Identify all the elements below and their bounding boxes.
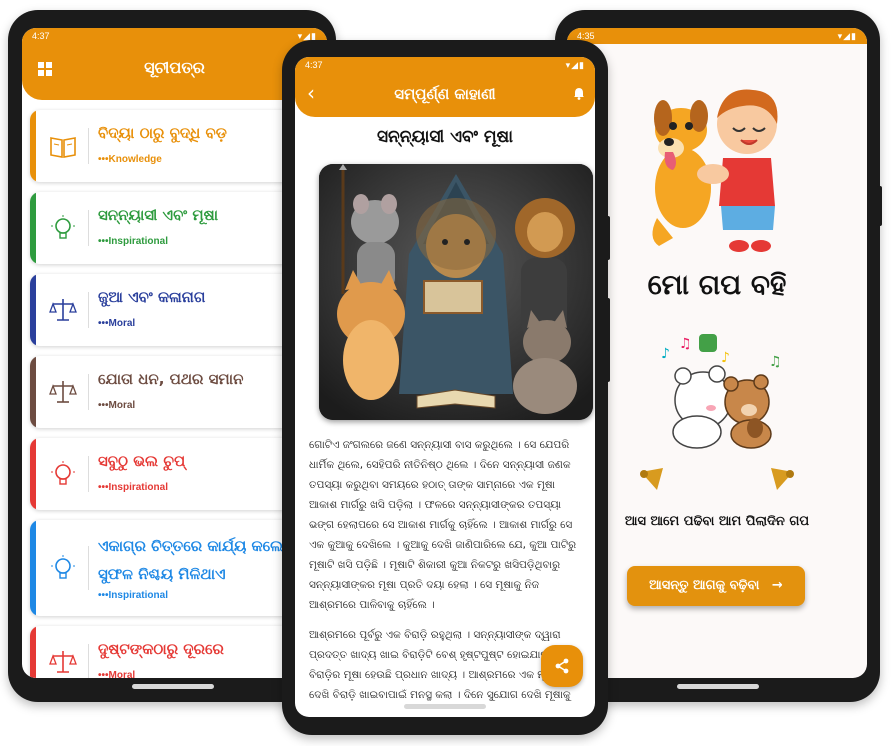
lightbulb-icon (48, 214, 78, 242)
home-indicator[interactable] (404, 704, 486, 709)
story-title: ସନ୍ନ୍ୟାସୀ ଏବଂ ମୂଷା (376, 127, 514, 147)
subtitle: ଆସ ଆମେ ପଢିବା ଆମ ପିଲାଦିନ ଗପ (624, 514, 810, 529)
app-bar: 4:37 ▾◢▮ ‹ ସମ୍ପୂର୍ଣ୍ଣ କାହାଣୀ (295, 57, 595, 117)
start-button-label: ଆସନ୍ତୁ ଆଗକୁ ବଢ଼ିବା (649, 578, 760, 593)
status-time: 4:35 (577, 31, 595, 41)
svg-text:♫: ♫ (769, 354, 782, 370)
svg-text:♪: ♪ (661, 346, 670, 362)
item-category: •••Inspirational (98, 482, 168, 493)
showcase-stage: 4:37 ▾◢▮ ସୂଚୀପତ୍ର ବିଦ୍ୟା ଠାରୁ ବୁଦ୍ଧି ବଡ଼ (0, 0, 894, 746)
share-button[interactable] (541, 645, 583, 687)
status-bar: 4:37 ▾◢▮ (295, 57, 595, 73)
scales-icon (48, 648, 78, 676)
item-category: •••Moral (98, 670, 136, 678)
boy-dog-illustration (652, 89, 778, 252)
phone-story: 4:37 ▾◢▮ ‹ ସମ୍ପୂର୍ଣ୍ଣ କାହାଣୀ ସନ୍ନ୍ୟାସୀ ଏ… (282, 40, 610, 735)
home-indicator[interactable] (132, 684, 214, 689)
item-category: •••Moral (98, 400, 136, 411)
story-paragraph-1: ଗୋଟିଏ ଜଂଗଲରେ ଜଣେ ସନ୍ନ୍ୟାସୀ ବାସ କରୁଥିଲେ ।… (309, 439, 577, 611)
bears-illustration: ♪ ♫ ♪ ♫ (661, 334, 782, 449)
item-category: •••Knowledge (98, 154, 162, 165)
item-category: •••Moral (98, 318, 136, 329)
item-category: •••Inspirational (98, 236, 168, 247)
welcome-screen: 4:35 ▾◢▮ ମୋ ଗପ ବହି ♪ ♫ ♪ ♫ ଆସ ଆମେ ପଢିବା … (567, 28, 867, 678)
start-button[interactable]: ଆସନ୍ତୁ ଆଗକୁ ବଢ଼ିବା → (627, 566, 805, 606)
scales-icon (48, 296, 78, 324)
item-category: •••Inspirational (98, 590, 168, 601)
lightbulb-icon (48, 460, 78, 488)
app-title: ମୋ ଗପ ବହି (647, 268, 787, 301)
svg-text:♫: ♫ (679, 336, 692, 352)
home-indicator[interactable] (677, 684, 759, 689)
status-icons: ▾◢▮ (837, 30, 857, 41)
bell-icon[interactable] (573, 87, 585, 104)
status-bar: 4:35 ▾◢▮ (567, 28, 867, 44)
svg-text:♪: ♪ (721, 350, 730, 366)
status-time: 4:37 (32, 31, 50, 41)
horn-right-icon (771, 468, 794, 490)
story-illustration (319, 164, 593, 420)
status-icons: ▾◢▮ (565, 59, 585, 70)
horn-left-icon (640, 468, 663, 490)
story-screen: 4:37 ▾◢▮ ‹ ସମ୍ପୂର୍ଣ୍ଣ କାହାଣୀ ସନ୍ନ୍ୟାସୀ ଏ… (295, 57, 595, 717)
arrow-right-icon: → (771, 578, 783, 593)
scales-icon (48, 378, 78, 406)
lightbulb-icon (48, 554, 78, 582)
book-icon (48, 132, 78, 160)
page-title: ସମ୍ପୂର୍ଣ୍ଣ କାହାଣୀ (394, 85, 496, 103)
share-icon (555, 658, 569, 674)
status-time: 4:37 (305, 60, 323, 70)
status-bar: 4:37 ▾◢▮ (22, 28, 327, 44)
